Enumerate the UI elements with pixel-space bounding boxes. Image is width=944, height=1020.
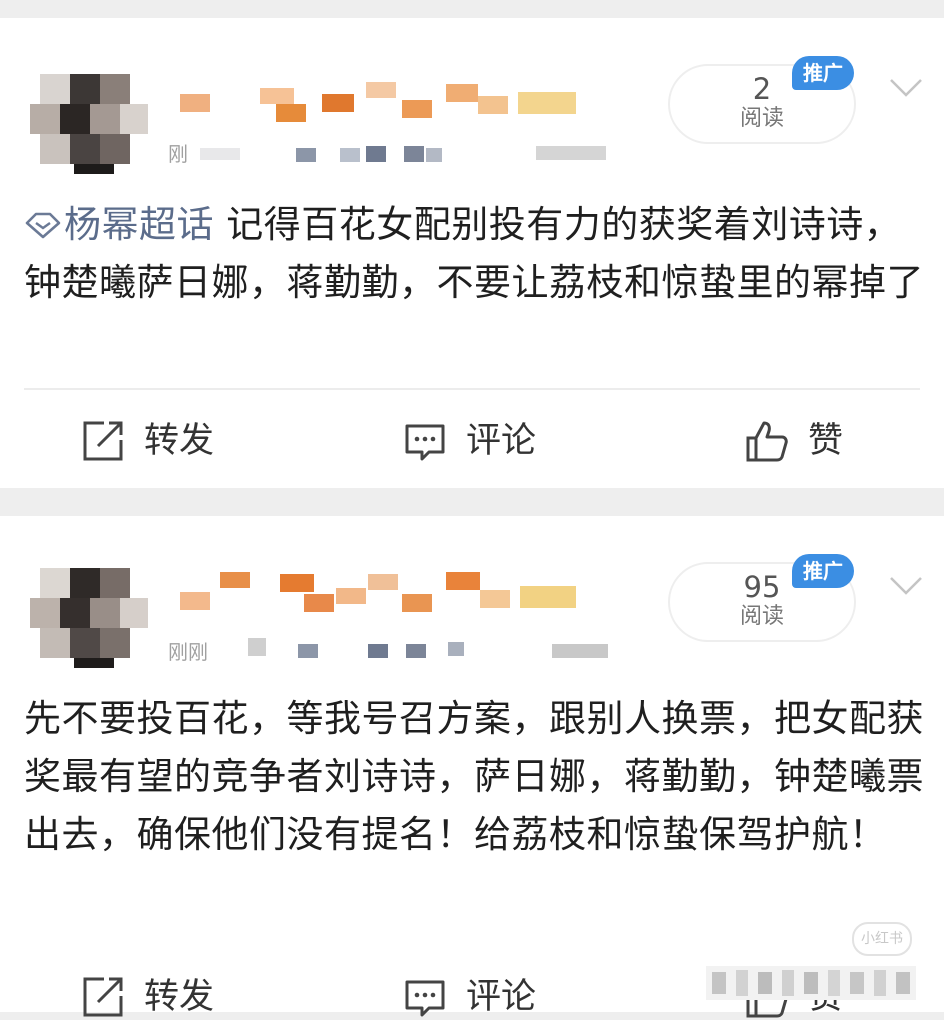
post-card-1[interactable]: 刚 2 阅读 推广 杨幂超话 记得百花女配别投有力的获奖着刘诗诗，钟楚曦萨日娜，…: [0, 18, 944, 488]
topic-link[interactable]: 杨幂超话: [24, 203, 214, 246]
post-timestamp: 刚: [168, 142, 188, 166]
read-label: 阅读: [739, 604, 784, 629]
promo-badge: 推广: [792, 56, 854, 90]
avatar[interactable]: [30, 74, 148, 174]
avatar[interactable]: [30, 568, 148, 668]
meta-redacted: [200, 144, 620, 166]
post-timestamp: 刚刚: [168, 640, 208, 664]
repost-button[interactable]: 转发: [80, 974, 214, 1020]
comment-icon: [405, 980, 445, 1017]
post-card-2[interactable]: 刚刚 95 阅读 推广 先不要投百花，等我号召方案，跟别人换票，把女配获奖最有望…: [0, 516, 944, 1018]
chevron-down-icon[interactable]: [888, 76, 924, 100]
comment-button[interactable]: 评论: [402, 418, 536, 464]
post-content: 先不要投百花，等我号召方案，跟别人换票，把女配获奖最有望的竞争者刘诗诗，萨日娜，…: [24, 697, 924, 856]
post-content: 杨幂超话 记得百花女配别投有力的获奖着刘诗诗，钟楚曦萨日娜，蒋勤勤，不要让荔枝和…: [24, 203, 924, 304]
promo-badge: 推广: [792, 554, 854, 588]
repost-icon: [83, 421, 123, 461]
read-label: 阅读: [739, 106, 784, 131]
divider: [24, 388, 920, 390]
like-icon: [746, 421, 788, 462]
meta-redacted: [248, 634, 628, 660]
topic-diamond-icon: [25, 212, 61, 239]
watermark: 小红书: [852, 922, 912, 956]
comment-icon: [405, 424, 445, 461]
like-button[interactable]: 赞: [744, 418, 843, 464]
comment-button[interactable]: 评论: [402, 974, 536, 1020]
repost-icon: [83, 977, 123, 1017]
username-redacted[interactable]: [180, 74, 580, 134]
username-redacted[interactable]: [180, 568, 580, 628]
watermark-redacted: [706, 960, 916, 1012]
repost-button[interactable]: 转发: [80, 418, 214, 464]
chevron-down-icon[interactable]: [888, 574, 924, 598]
